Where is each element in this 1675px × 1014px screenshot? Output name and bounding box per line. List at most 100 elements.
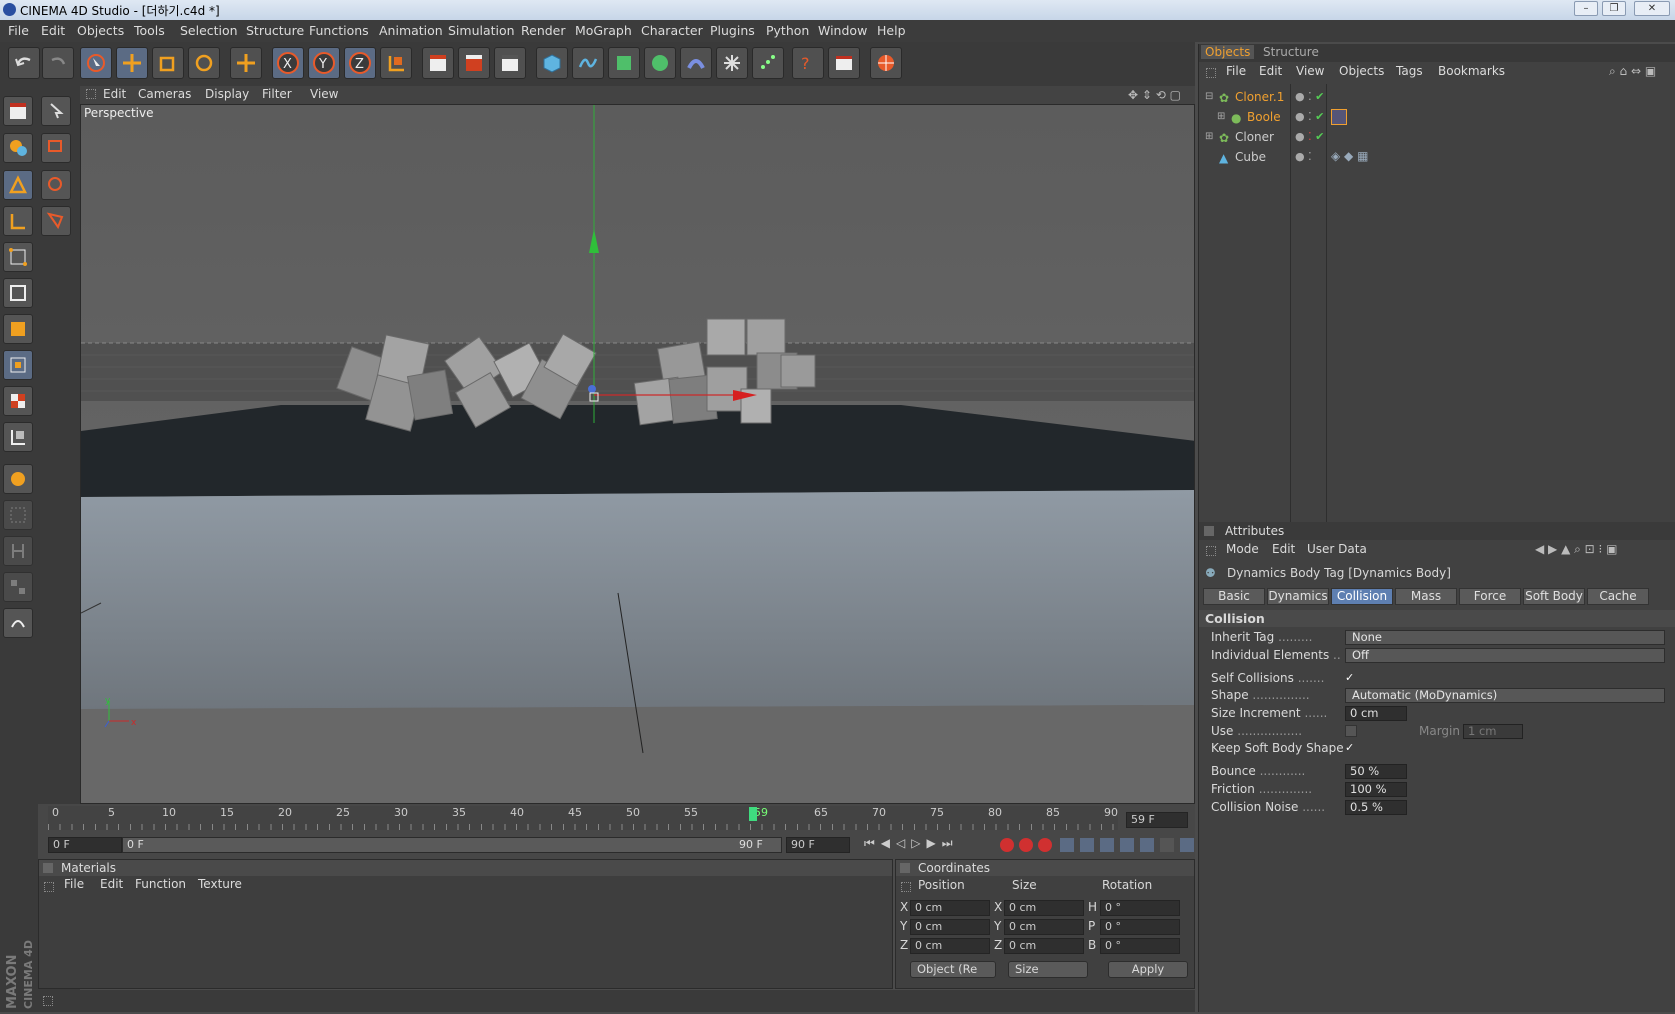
objects-menu-objects[interactable]: Objects [1339,64,1384,78]
minimize-button[interactable]: – [1574,1,1598,16]
layout-button[interactable] [828,47,860,79]
timeline-ruler[interactable]: 0 5 10 15 20 25 30 35 40 45 50 55 59 65 … [48,806,1118,830]
size-x-field[interactable]: 0 cm [1004,900,1084,916]
position-x-field[interactable]: 0 cm [910,900,990,916]
render-settings-button[interactable] [494,47,526,79]
menu-file[interactable]: File [8,23,29,38]
guide-tool-button[interactable] [3,608,33,638]
record-controls[interactable] [998,836,1198,854]
playback-controls[interactable]: ⏮◀◁▷▶⏭ [864,836,959,854]
tab-cache[interactable]: Cache [1587,588,1649,605]
size-increment-field[interactable]: 0 cm [1345,706,1407,721]
individual-elements-dropdown[interactable]: Off [1345,648,1665,663]
expand-icon[interactable]: ⊞ [1205,131,1213,142]
menu-edit[interactable]: Edit [41,23,65,38]
tab-structure[interactable]: Structure [1259,45,1323,59]
objects-menu-view[interactable]: View [1296,64,1324,78]
polygon-select-button[interactable] [41,206,71,236]
viewport-nav-icons[interactable]: ✥ ⇕ ⟲ ▢ [1128,88,1181,102]
menu-help[interactable]: Help [877,23,906,38]
attributes-menu-edit[interactable]: Edit [1272,542,1295,556]
locks-button[interactable] [3,572,33,602]
viewport-menu-filter[interactable]: Filter [262,87,292,101]
rotation-p-field[interactable]: 0 ° [1100,919,1180,935]
objects-menu-file[interactable]: File [1226,64,1246,78]
materials-menu-edit[interactable]: Edit [100,877,123,891]
objects-menu-tags[interactable]: Tags [1396,64,1423,78]
axis-mode-button[interactable] [3,206,33,236]
z-axis-button[interactable]: Z [344,47,376,79]
menu-python[interactable]: Python [766,23,809,38]
rect-select-button[interactable] [41,133,71,163]
margin-field[interactable]: 1 cm [1463,724,1523,739]
attributes-menu-user-data[interactable]: User Data [1307,542,1367,556]
undo-button[interactable] [8,47,40,79]
menu-tools[interactable]: Tools [134,23,165,38]
object-name[interactable]: Boole [1247,110,1281,124]
viewport-menu-edit[interactable]: Edit [103,87,126,101]
coordinate-mode-dropdown[interactable]: Object (Re [910,961,996,978]
spline-button[interactable] [572,47,604,79]
rotate-button[interactable] [188,47,220,79]
tab-mass[interactable]: Mass [1395,588,1457,605]
apply-button[interactable]: Apply [1108,961,1188,978]
live-select-button[interactable] [80,47,112,79]
help-button[interactable]: ? [792,47,824,79]
object-name[interactable]: Cloner [1235,130,1274,144]
start-frame-field[interactable]: 0 F [48,837,122,853]
nurbs-button[interactable] [608,47,640,79]
object-row[interactable]: ⊞ ✿ Cloner ● ⁚ ✔ [1201,129,1671,147]
visibility-dots[interactable]: ● ⁚ ✔ [1295,110,1324,123]
menu-character[interactable]: Character [641,23,703,38]
rotation-b-field[interactable]: 0 ° [1100,938,1180,954]
attributes-menu-mode[interactable]: Mode [1226,542,1259,556]
visibility-dots[interactable]: ● ⁚ ✔ [1295,130,1324,143]
end-frame-field[interactable]: 90 F [786,837,850,853]
rotation-h-field[interactable]: 0 ° [1100,900,1180,916]
visibility-dots[interactable]: ● ⁚ ✔ [1295,90,1324,103]
materials-menu-function[interactable]: Function [135,877,186,891]
self-collisions-checkbox[interactable]: ✓ [1345,672,1357,684]
size-z-field[interactable]: 0 cm [1004,938,1084,954]
menu-render[interactable]: Render [521,23,566,38]
objects-menu-bookmarks[interactable]: Bookmarks [1438,64,1505,78]
polygons-mode-button[interactable] [3,314,33,344]
viewport-menu-view[interactable]: View [310,87,338,101]
tab-collision[interactable]: Collision [1331,588,1393,605]
menu-mograph[interactable]: MoGraph [575,23,632,38]
bounce-field[interactable]: 50 % [1345,764,1407,779]
object-row[interactable]: ⊟ ✿ Cloner.1 ● ⁚ ✔ [1201,89,1671,107]
menu-animation[interactable]: Animation [379,23,443,38]
edges-mode-button[interactable] [3,278,33,308]
menu-selection[interactable]: Selection [180,23,238,38]
web-button[interactable] [870,47,902,79]
range-slider[interactable]: 0 F 90 F [122,837,782,853]
size-y-field[interactable]: 0 cm [1004,919,1084,935]
visibility-dots[interactable]: ● ⁚ [1295,150,1312,163]
render-view-button[interactable] [422,47,454,79]
size-mode-dropdown[interactable]: Size [1008,961,1088,978]
y-axis-button[interactable]: Y [308,47,340,79]
position-z-field[interactable]: 0 cm [910,938,990,954]
expand-icon[interactable]: ⊞ [1217,111,1225,122]
menu-functions[interactable]: Functions [309,23,369,38]
move-button[interactable] [116,47,148,79]
maximize-button[interactable]: ❐ [1602,1,1626,16]
close-button[interactable]: ✕ [1634,1,1670,16]
select-tool-button[interactable] [41,96,71,126]
inherit-tag-dropdown[interactable]: None [1345,630,1665,645]
use-checkbox[interactable] [1345,725,1357,737]
redo-button[interactable] [42,47,74,79]
x-axis-button[interactable]: X [272,47,304,79]
search-icon[interactable]: ⌕ ⌂ ⇔ ▣ [1609,64,1656,79]
materials-menu-file[interactable]: File [64,877,84,891]
deformer-button[interactable] [680,47,712,79]
objects-menu-edit[interactable]: Edit [1259,64,1282,78]
texture-mode-button[interactable] [3,386,33,416]
keep-soft-body-checkbox[interactable]: ✓ [1345,742,1357,754]
points-mode-button[interactable] [3,242,33,272]
tab-dynamics[interactable]: Dynamics [1267,588,1329,605]
scale-button[interactable] [152,47,184,79]
collision-noise-field[interactable]: 0.5 % [1345,800,1407,815]
layout-switch-button[interactable] [3,96,33,126]
